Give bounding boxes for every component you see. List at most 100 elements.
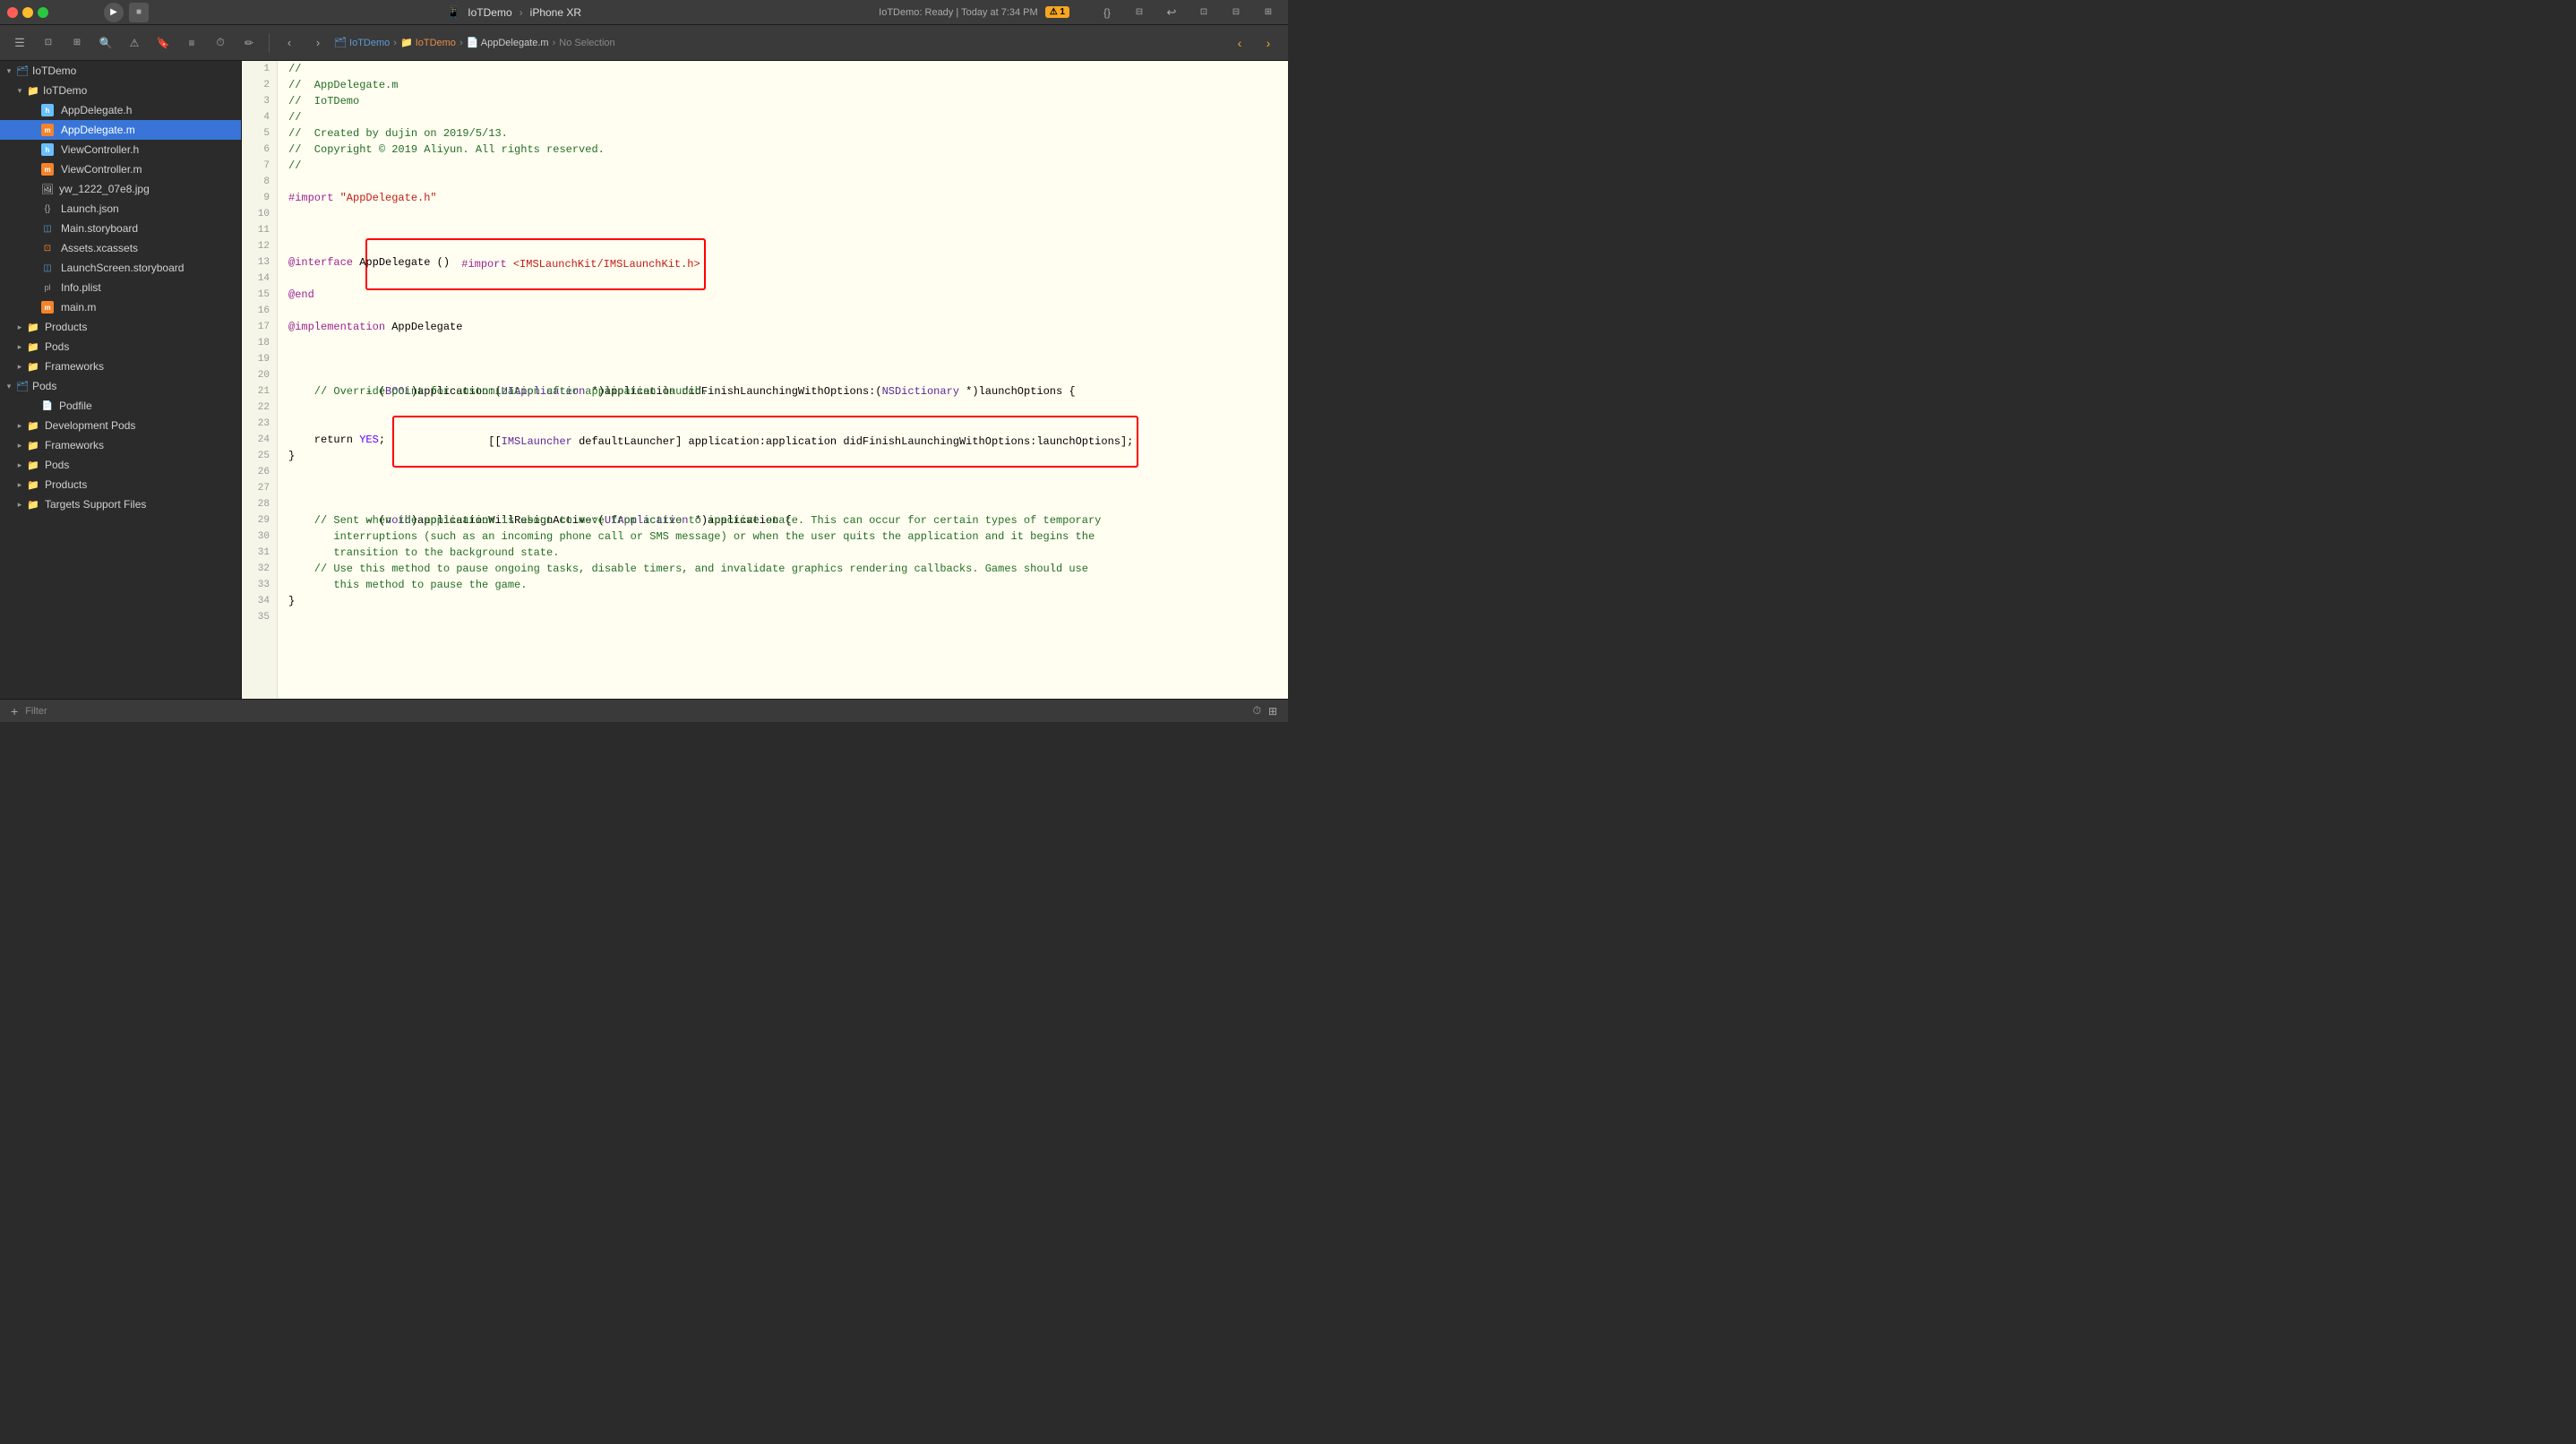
bookmark-button[interactable]: 🔖 [150,32,176,54]
line-num-32: 32 [242,561,270,577]
sidebar-item-pods-group[interactable]: 🗂 Pods [0,376,241,396]
sidebar-item-main-m[interactable]: m main.m [0,297,241,317]
breadcrumb-item-3[interactable]: 📄 AppDelegate.m [467,37,549,48]
code-review-button[interactable]: {} [1095,2,1120,23]
code-line-1[interactable]: // [288,61,1288,77]
sidebar-item-development-pods[interactable]: 📁 Development Pods [0,416,241,435]
breadcrumb-item-1[interactable]: 🗂 IoTDemo [334,37,390,48]
code-line-23[interactable] [288,416,1288,432]
sidebar-item-yw1222[interactable]: 🖼 yw_1222_07e8.jpg [0,179,241,199]
list-button[interactable]: ≡ [179,32,204,54]
code-line-19[interactable] [288,351,1288,367]
hierarchy-button[interactable]: ⊡ [36,32,61,54]
code-line-30[interactable]: interruptions (such as an incoming phone… [288,529,1288,545]
run-button[interactable]: ▶ [104,3,124,22]
nav-forward[interactable]: › [305,32,331,54]
sidebar-item-main-storyboard[interactable]: ◫ Main.storyboard [0,219,241,238]
pencil-button[interactable]: ✏ [236,32,262,54]
back-button[interactable]: ↩ [1159,2,1184,23]
sidebar-item-frameworks[interactable]: 📁 Frameworks [0,357,241,376]
code-line-14[interactable] [288,271,1288,287]
code-line-29[interactable]: // Sent when the application is about to… [288,512,1288,529]
sidebar-item-iotdemo-folder[interactable]: 📁 IoTDemo [0,81,241,100]
code-line-20[interactable]: - (BOOL)application:(UIApplication *)app… [288,367,1288,383]
code-line-18[interactable] [288,335,1288,351]
code-line-33[interactable]: this method to pause the game. [288,577,1288,593]
code-line-21[interactable]: // Override point for customization afte… [288,383,1288,400]
sidebar-item-products2[interactable]: 📁 Products [0,475,241,494]
line-num-11: 11 [242,222,270,238]
code-line-35[interactable] [288,609,1288,625]
sidebar-item-products[interactable]: 📁 Products [0,317,241,337]
nav-back[interactable]: ‹ [277,32,302,54]
sidebar-item-viewcontroller-m[interactable]: m ViewController.m [0,159,241,179]
line-num-3: 3 [242,93,270,109]
sidebar-item-appdelegate-h[interactable]: h AppDelegate.h [0,100,241,120]
code-line-27[interactable] [288,480,1288,496]
code-line-8[interactable] [288,174,1288,190]
layout-button3[interactable]: ⊞ [1256,2,1281,23]
code-line-9[interactable]: #import "AppDelegate.h" [288,190,1288,206]
sidebar-item-targets-support[interactable]: 📁 Targets Support Files [0,494,241,514]
sidebar-item-frameworks2[interactable]: 📁 Frameworks [0,435,241,455]
layout-button2[interactable]: ⊟ [1224,2,1249,23]
code-line-31[interactable]: transition to the background state. [288,545,1288,561]
code-line-26[interactable] [288,464,1288,480]
history-button[interactable]: ⏱ [1253,704,1261,718]
alert-right[interactable]: › [1256,32,1281,54]
sidebar-label-assets: Assets.xcassets [61,242,138,254]
recent-button[interactable]: ⏱ [208,32,233,54]
code-line-5[interactable]: // Created by dujin on 2019/5/13. [288,125,1288,142]
code-line-2[interactable]: // AppDelegate.m [288,77,1288,93]
close-button[interactable] [7,7,18,18]
code-line-25[interactable]: } [288,448,1288,464]
grid-button[interactable]: ⊞ [64,32,90,54]
code-line-11[interactable]: #import <IMSLaunchKit/IMSLaunchKit.h> [288,222,1288,238]
code-line-10[interactable] [288,206,1288,222]
layout-button1[interactable]: ⊡ [1191,2,1216,23]
title-bar-center: 📱 IoTDemo › iPhone XR [154,5,873,20]
sidebar-toggle[interactable]: ☰ [7,32,32,54]
code-line-28[interactable]: - (void)applicationWillResignActive:(UIA… [288,496,1288,512]
code-line-12[interactable] [288,238,1288,254]
code-editor[interactable]: 1 2 3 4 5 6 7 8 9 10 11 12 13 14 15 16 1 [242,61,1288,699]
storyboard-icon2: ◫ [41,262,54,274]
code-line-7[interactable]: // [288,158,1288,174]
sidebar-item-pods[interactable]: 📁 Pods [0,337,241,357]
line-num-28: 28 [242,496,270,512]
code-line-4[interactable]: // [288,109,1288,125]
code-line-34[interactable]: } [288,593,1288,609]
code-line-15[interactable]: @end [288,287,1288,303]
search-button[interactable]: 🔍 [93,32,118,54]
sidebar-item-podfile[interactable]: 📄 Podfile [0,396,241,416]
sidebar-item-assets[interactable]: ⊡ Assets.xcassets [0,238,241,258]
sidebar-item-pods2[interactable]: 📁 Pods [0,455,241,475]
sidebar-item-launchscreen[interactable]: ◫ LaunchScreen.storyboard [0,258,241,278]
alert-left[interactable]: ‹ [1227,32,1252,54]
add-file-button[interactable]: + [11,704,18,718]
code-line-13[interactable]: @interface AppDelegate () [288,254,1288,271]
code-line-22[interactable]: [[IMSLauncher defaultLauncher] applicati… [288,400,1288,416]
code-line-16[interactable] [288,303,1288,319]
code-line-3[interactable]: // IoTDemo [288,93,1288,109]
code-line-32[interactable]: // Use this method to pause ongoing task… [288,561,1288,577]
fullscreen-button[interactable] [38,7,48,18]
line-num-26: 26 [242,464,270,480]
sidebar-label-main-m: main.m [61,301,96,314]
breadcrumb-item-2[interactable]: 📁 IoTDemo [400,37,456,48]
sidebar-item-viewcontroller-h[interactable]: h ViewController.h [0,140,241,159]
warning-badge[interactable]: ⚠ 1 [1045,6,1069,18]
sidebar-item-appdelegate-m[interactable]: m AppDelegate.m [0,120,241,140]
inspector-button[interactable]: ⊞ [1268,705,1277,718]
minimize-button[interactable] [22,7,33,18]
sidebar-label-frameworks: Frameworks [45,360,104,373]
sidebar-item-info-plist[interactable]: pl Info.plist [0,278,241,297]
split-view-button[interactable]: ⊟ [1127,2,1152,23]
stop-button[interactable]: ■ [129,3,149,22]
sidebar-item-launch-json[interactable]: {} Launch.json [0,199,241,219]
sidebar-item-iotdemo-root[interactable]: 🗂 IoTDemo [0,61,241,81]
code-line-24[interactable]: return YES; [288,432,1288,448]
warning-button[interactable]: ⚠ [122,32,147,54]
code-line-6[interactable]: // Copyright © 2019 Aliyun. All rights r… [288,142,1288,158]
code-line-17[interactable]: @implementation AppDelegate [288,319,1288,335]
